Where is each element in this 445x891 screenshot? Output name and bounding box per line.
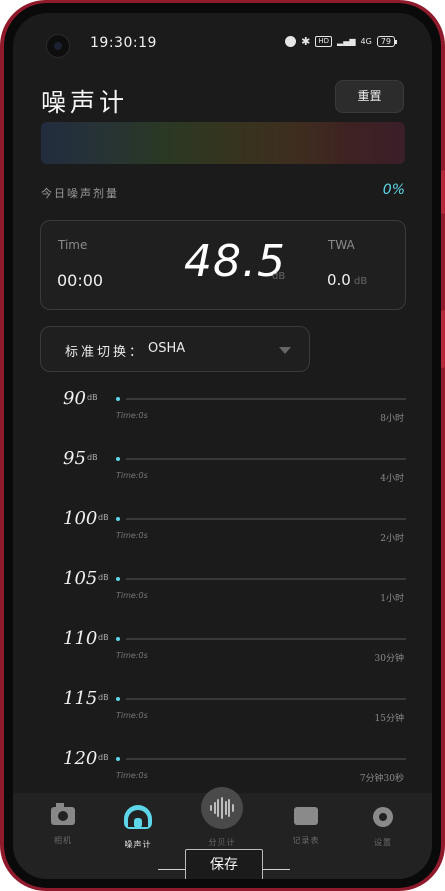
progress-dot: [116, 577, 120, 581]
level-unit: dB: [98, 693, 109, 702]
twa-label: TWA: [328, 238, 355, 252]
tab-label: 噪声计: [124, 840, 152, 849]
home-indicator-left: [158, 869, 185, 870]
decibel-value: 48.5: [184, 236, 286, 287]
phone-frame: 19:30:19 ✱ HD ▂▄▆ 4G 79 噪声计 重置 今日噪声剂量 0%…: [0, 0, 445, 891]
elapsed-time: Time:0s: [116, 591, 148, 600]
exposure-limit: 7分钟30秒: [359, 774, 404, 784]
progress-track: [126, 698, 406, 700]
standard-label: 标准切换：: [65, 345, 146, 360]
progress-track: [126, 638, 406, 640]
elapsed-time: Time:0s: [116, 471, 148, 480]
tab-camera[interactable]: 相机: [33, 803, 93, 846]
exposure-row: 110 dB Time:0s 30分钟: [13, 625, 432, 683]
elapsed-time: Time:0s: [116, 771, 148, 780]
level-value: 90: [63, 388, 86, 409]
progress-track: [126, 758, 406, 760]
level-value: 100: [63, 508, 98, 529]
exposure-row: 100 dB Time:0s 2小时: [13, 505, 432, 563]
tab-label: 分贝计: [208, 838, 236, 847]
tab-label: 记录表: [292, 836, 320, 845]
progress-dot: [116, 517, 120, 521]
reset-button[interactable]: 重置: [335, 80, 404, 113]
dose-label: 今日噪声剂量: [41, 187, 119, 200]
level-unit: dB: [98, 753, 109, 762]
status-icons: ✱ HD ▂▄▆ 4G 79: [285, 35, 398, 48]
camera-icon: [51, 803, 75, 825]
elapsed-time: Time:0s: [116, 711, 148, 720]
standard-select[interactable]: 标准切换： OSHA: [40, 326, 310, 372]
twa-value: 0.0: [327, 271, 351, 289]
elapsed-time: Time:0s: [116, 651, 148, 660]
exposure-limit: 2小时: [380, 534, 404, 544]
elapsed-time: Time:0s: [116, 531, 148, 540]
ear-icon: [124, 805, 152, 829]
decibel-unit: dB: [272, 271, 286, 282]
noise-spectrum-bar: [41, 122, 405, 164]
tab-settings[interactable]: 设置: [353, 807, 413, 848]
waveform-icon: [210, 797, 234, 819]
exposure-limit: 15分钟: [374, 714, 404, 724]
time-label: Time: [58, 238, 88, 252]
level-value: 105: [63, 568, 98, 589]
tab-noise-meter[interactable]: 噪声计: [108, 805, 168, 850]
progress-dot: [116, 457, 120, 461]
volume-button: [441, 170, 445, 214]
dose-value: 0%: [382, 182, 405, 198]
network-icon: 4G: [360, 37, 372, 46]
level-unit: dB: [98, 513, 109, 522]
level-value: 110: [63, 628, 98, 649]
progress-track: [126, 578, 406, 580]
hd-icon: HD: [315, 36, 333, 47]
page-title: 噪声计: [41, 88, 129, 117]
chevron-down-icon: [279, 347, 291, 354]
exposure-row: 90 dB Time:0s 8小时: [13, 385, 432, 443]
level-value: 115: [63, 688, 98, 709]
level-unit: dB: [87, 453, 98, 462]
progress-track: [126, 458, 406, 460]
tab-label: 设置: [374, 838, 392, 847]
standard-value: OSHA: [148, 341, 186, 356]
progress-dot: [116, 697, 120, 701]
exposure-limit: 30分钟: [374, 654, 404, 664]
gear-icon: [373, 807, 393, 827]
signal-icon: ▂▄▆: [337, 37, 356, 46]
exposure-row: 105 dB Time:0s 1小时: [13, 565, 432, 623]
exposure-limit: 1小时: [380, 594, 404, 604]
progress-dot: [116, 757, 120, 761]
level-unit: dB: [98, 573, 109, 582]
decibel-meter-button[interactable]: [201, 787, 243, 829]
elapsed-time: Time:0s: [116, 411, 148, 420]
exposure-row: 115 dB Time:0s 15分钟: [13, 685, 432, 743]
home-indicator-right: [263, 869, 290, 870]
meter-card: Time 00:00 48.5 dB TWA 0.0 dB: [40, 220, 406, 310]
record-icon: [294, 807, 318, 825]
level-value: 95: [63, 448, 86, 469]
twa-unit: dB: [354, 276, 368, 287]
exposure-limit: 8小时: [380, 414, 404, 424]
save-button[interactable]: 保存: [185, 849, 263, 879]
tab-label: 相机: [54, 836, 72, 845]
tab-records[interactable]: 记录表: [276, 807, 336, 846]
progress-dot: [116, 397, 120, 401]
bluetooth-icon: ✱: [301, 35, 311, 48]
level-unit: dB: [98, 633, 109, 642]
time-value: 00:00: [57, 271, 104, 290]
exposure-limit: 4小时: [380, 474, 404, 484]
battery-icon: 79: [376, 36, 398, 47]
progress-track: [126, 398, 406, 400]
power-button: [441, 310, 445, 368]
progress-track: [126, 518, 406, 520]
status-bar: 19:30:19 ✱ HD ▂▄▆ 4G 79: [13, 13, 432, 73]
level-value: 120: [63, 748, 98, 769]
front-camera: [46, 34, 70, 58]
level-unit: dB: [87, 393, 98, 402]
exposure-row: 95 dB Time:0s 4小时: [13, 445, 432, 503]
progress-dot: [116, 637, 120, 641]
screen: 19:30:19 ✱ HD ▂▄▆ 4G 79 噪声计 重置 今日噪声剂量 0%…: [13, 13, 432, 879]
alarm-icon: [285, 36, 297, 47]
status-time: 19:30:19: [90, 35, 157, 51]
